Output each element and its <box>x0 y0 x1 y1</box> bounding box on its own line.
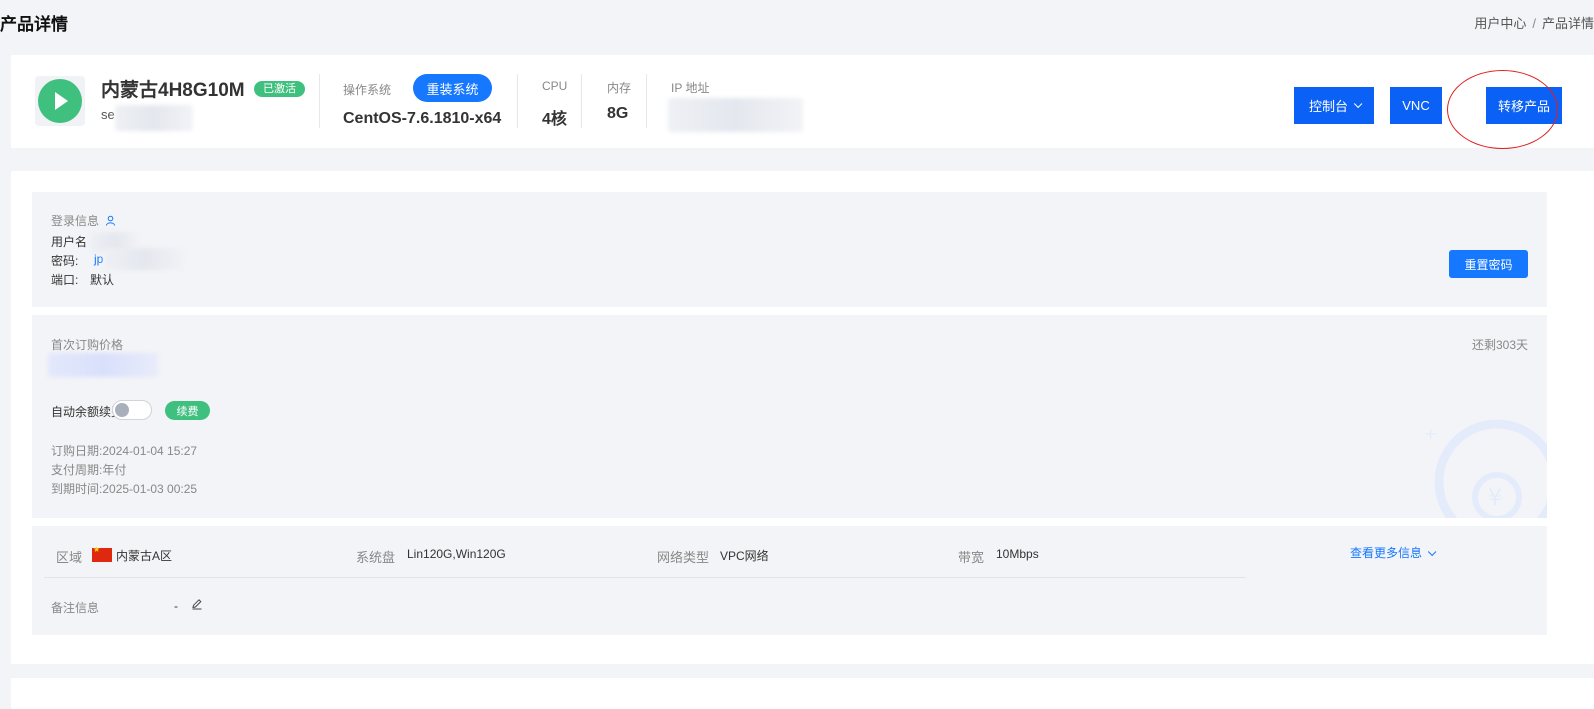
chevron-down-icon <box>1427 547 1437 557</box>
order-date-label: 订购日期: <box>51 444 103 458</box>
remark-value: - <box>174 599 178 613</box>
remaining-days: 还剩303天 <box>1471 338 1528 352</box>
breadcrumb-current: 产品详情 <box>1541 16 1594 31</box>
remark-label: 备注信息 <box>51 601 100 615</box>
divider <box>44 577 1246 578</box>
view-more-link[interactable]: 查看更多信息 <box>1350 544 1437 561</box>
expire-value: 2025-01-03 00:25 <box>102 482 198 496</box>
os-value: CentOS-7.6.1810-x64 <box>343 110 502 127</box>
breadcrumb-separator: / <box>1532 16 1536 31</box>
product-detail-card: 登录信息 用户名 密码: jp 端口: 默认 重置密码 首次订购价格 还剩303… <box>11 171 1594 664</box>
china-flag-icon <box>92 545 112 562</box>
product-header-card: 内蒙古4H8G10M 已激活 se 操作系统 重装系统 CentOS-7.6.1… <box>11 55 1594 149</box>
cpu-value: 4核 <box>542 111 567 128</box>
pay-cycle-label: 支付周期: <box>51 463 103 477</box>
login-info-title: 登录信息 <box>51 212 116 229</box>
price-redacted <box>48 353 158 377</box>
chevron-down-icon <box>1353 99 1363 108</box>
system-disk-value: Lin120G,Win120G <box>407 547 506 561</box>
memory-label: 内存 <box>607 81 632 95</box>
product-hostname: se <box>101 107 115 122</box>
expire-label: 到期时间: <box>51 482 103 496</box>
divider <box>581 74 582 128</box>
money-bag-watermark-icon: ¥ + <box>1422 417 1547 518</box>
billing-section: 首次订购价格 还剩303天 自动余额续费 续费 订购日期:2024-01-04 … <box>32 315 1547 518</box>
hostname-redacted <box>115 105 193 131</box>
pay-cycle-value: 年付 <box>102 463 127 477</box>
system-disk-label: 系统盘 <box>356 550 396 565</box>
network-type-label: 网络类型 <box>657 550 710 565</box>
status-badge: 已激活 <box>254 81 305 97</box>
breadcrumb-home[interactable]: 用户中心 <box>1474 16 1526 31</box>
ip-label: IP 地址 <box>671 81 710 95</box>
reset-password-button[interactable]: 重置密码 <box>1449 250 1528 278</box>
console-button[interactable]: 控制台 <box>1294 87 1374 124</box>
memory-value: 8G <box>607 105 629 122</box>
user-icon <box>106 215 116 226</box>
vnc-button[interactable]: VNC <box>1390 87 1442 124</box>
login-info-section: 登录信息 用户名 密码: jp 端口: 默认 重置密码 <box>32 192 1547 307</box>
view-more-label: 查看更多信息 <box>1350 546 1423 560</box>
password-value[interactable]: jp <box>94 252 103 266</box>
details-section: 区域 内蒙古A区 系统盘 Lin120G,Win120G 网络类型 VPC网络 … <box>32 526 1547 635</box>
password-label: 密码: <box>51 254 79 268</box>
divider <box>517 74 518 128</box>
port-value: 默认 <box>90 273 115 287</box>
page-title: 产品详情 <box>0 15 68 34</box>
svg-text:¥: ¥ <box>1488 486 1502 511</box>
expire-row: 到期时间:2025-01-03 00:25 <box>51 480 197 497</box>
first-price-label: 首次订购价格 <box>51 338 124 352</box>
port-label: 端口: <box>51 273 79 287</box>
play-icon <box>38 79 82 123</box>
region-value: 内蒙古A区 <box>116 549 173 563</box>
next-section-card <box>11 678 1594 709</box>
order-date-row: 订购日期:2024-01-04 15:27 <box>51 442 197 459</box>
divider <box>646 74 647 128</box>
password-redacted <box>104 248 186 270</box>
svg-text:+: + <box>1424 424 1437 443</box>
ip-redacted <box>668 98 803 132</box>
bandwidth-label: 带宽 <box>958 550 985 565</box>
region-label: 区域 <box>56 550 83 565</box>
divider <box>319 74 320 128</box>
console-button-label: 控制台 <box>1308 99 1348 114</box>
edit-icon[interactable] <box>191 598 203 610</box>
reinstall-button[interactable]: 重装系统 <box>413 74 492 102</box>
highlight-circle <box>1447 70 1558 149</box>
bandwidth-value: 10Mbps <box>996 547 1039 561</box>
product-logo <box>35 76 85 126</box>
product-name: 内蒙古4H8G10M <box>101 80 245 101</box>
renew-button[interactable]: 续费 <box>165 401 210 420</box>
cpu-label: CPU <box>542 79 568 93</box>
pay-cycle-row: 支付周期:年付 <box>51 461 126 478</box>
login-info-label: 登录信息 <box>51 214 100 228</box>
os-label: 操作系统 <box>343 83 392 97</box>
auto-renew-toggle[interactable] <box>112 400 152 420</box>
network-type-value: VPC网络 <box>720 549 769 563</box>
username-label: 用户名 <box>51 235 88 249</box>
breadcrumb: 用户中心 / 产品详情 <box>1474 13 1594 32</box>
order-date-value: 2024-01-04 15:27 <box>102 444 198 458</box>
